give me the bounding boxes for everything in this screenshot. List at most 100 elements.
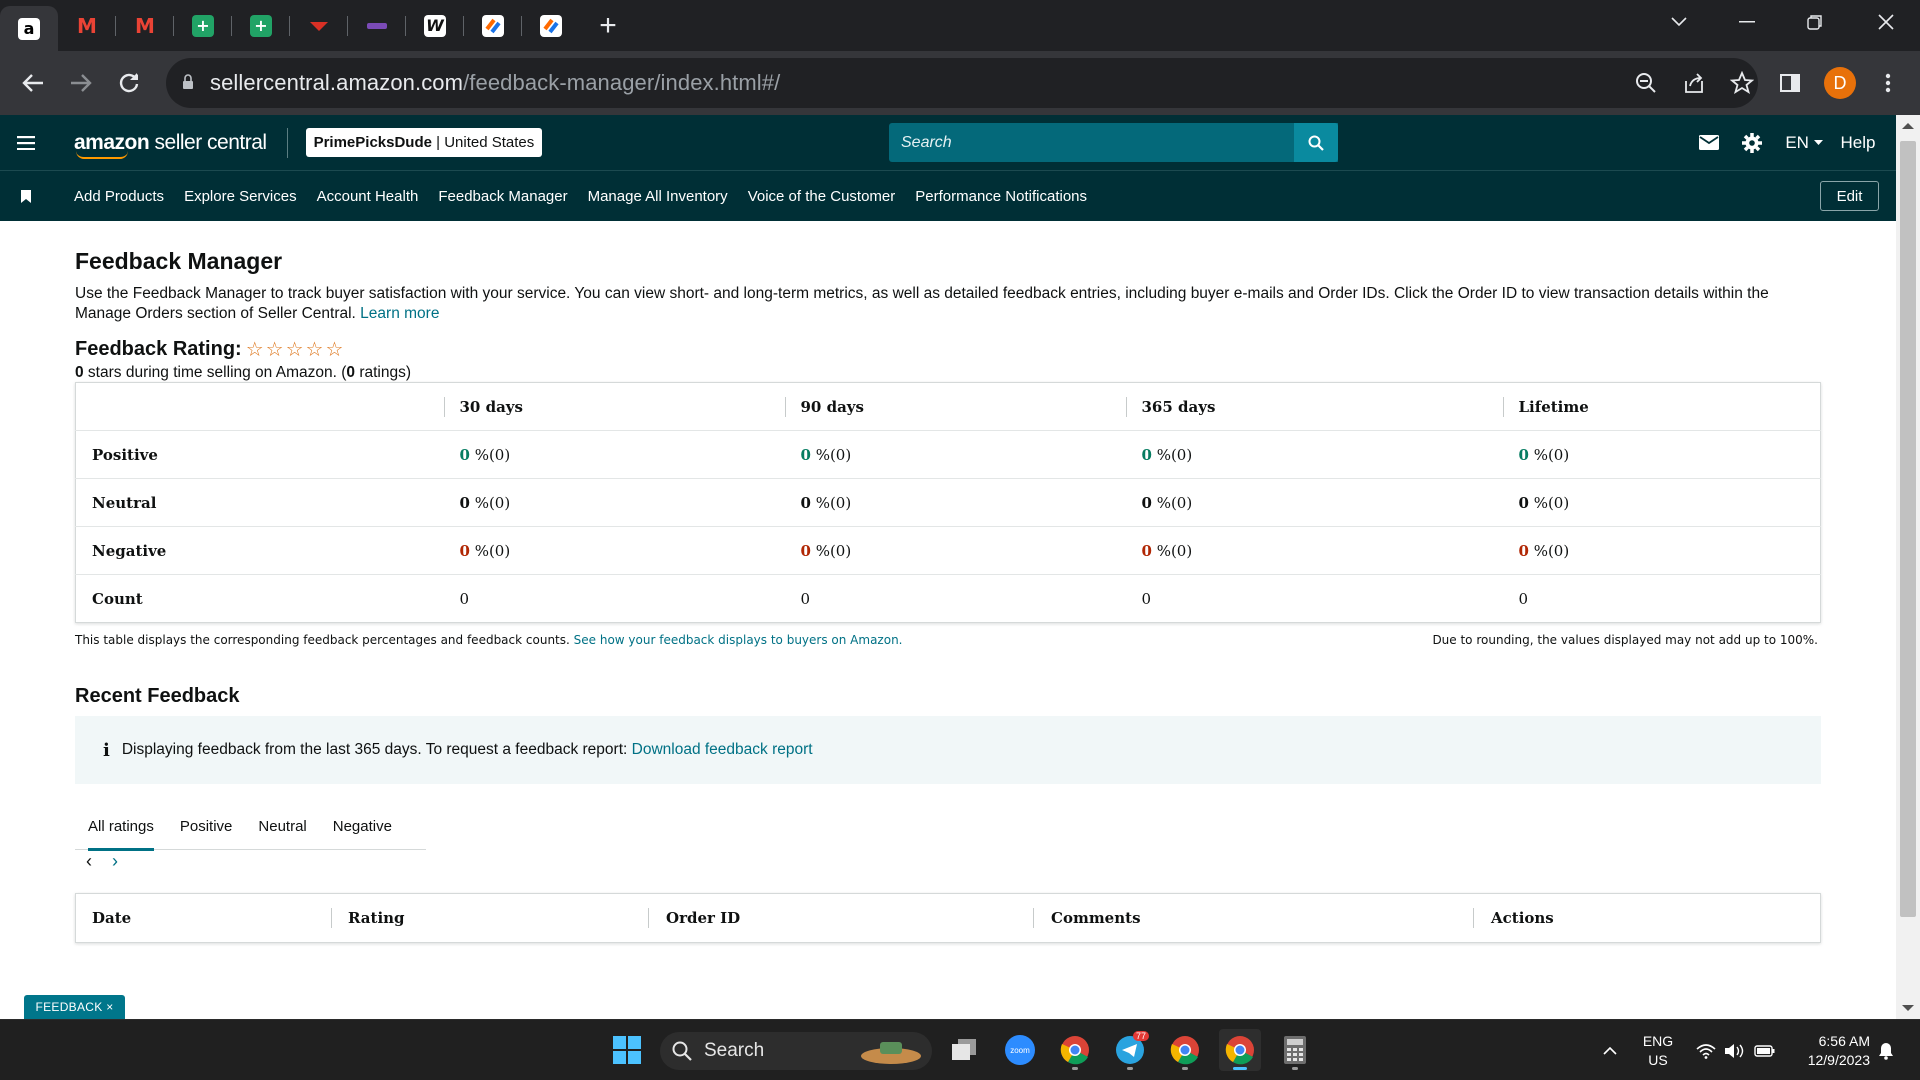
tab-wix[interactable]: W xyxy=(406,0,464,51)
telegram-icon[interactable]: 77 xyxy=(1109,1029,1151,1071)
seller-central-logo[interactable]: amazon seller central xyxy=(74,131,267,159)
gmail-icon: M xyxy=(135,13,155,38)
back-arrow-icon[interactable] xyxy=(11,61,55,105)
input-language[interactable]: ENG US xyxy=(1640,1020,1676,1080)
column-rating[interactable]: Rating xyxy=(348,909,405,927)
clock[interactable]: 6:56 AM 12/9/2023 xyxy=(1790,1020,1870,1080)
search-field[interactable] xyxy=(889,123,1338,162)
star-empty-icon: ☆ xyxy=(245,338,264,361)
task-view-icon[interactable] xyxy=(944,1029,986,1071)
site-logo-icon xyxy=(308,15,330,37)
calculator-icon[interactable] xyxy=(1274,1029,1316,1071)
nav-voice-of-the-customer[interactable]: Voice of the Customer xyxy=(748,188,896,205)
zoom-icon[interactable] xyxy=(1632,69,1660,97)
nav-manage-all-inventory[interactable]: Manage All Inventory xyxy=(588,188,728,205)
bookmark-icon[interactable] xyxy=(0,189,52,203)
column-date[interactable]: Date xyxy=(92,909,131,927)
minimize-icon[interactable] xyxy=(1713,0,1781,44)
account-switcher[interactable]: PrimePicksDude | United States xyxy=(305,128,543,157)
table-row-neutral: Neutral 0 %(0) 0 %(0) 0 %(0) 0 %(0) xyxy=(75,478,1821,527)
search-button[interactable] xyxy=(1294,123,1338,162)
table-cell: 0 %(0) xyxy=(784,478,1126,527)
chrome-icon[interactable] xyxy=(1054,1029,1096,1071)
new-tab-button[interactable]: + xyxy=(586,4,630,48)
profile-avatar[interactable]: D xyxy=(1822,65,1858,101)
tab-neutral[interactable]: Neutral xyxy=(245,802,319,850)
tab-sheets-1[interactable]: + xyxy=(174,0,232,51)
mail-icon[interactable] xyxy=(1694,115,1724,170)
close-icon[interactable]: × xyxy=(106,1000,113,1014)
column-order-id[interactable]: Order ID xyxy=(666,909,740,927)
browser-menu-icon[interactable] xyxy=(1870,65,1906,101)
help-link[interactable]: Help xyxy=(1836,115,1880,170)
feedback-widget-button[interactable]: FEEDBACK × xyxy=(24,995,125,1019)
address-bar[interactable]: sellercentral.amazon.com/feedback-manage… xyxy=(166,58,1758,108)
settings-gear-icon[interactable] xyxy=(1737,115,1767,170)
rounding-note: Due to rounding, the values displayed ma… xyxy=(1432,633,1818,647)
wifi-icon[interactable] xyxy=(1694,1020,1718,1080)
nav-performance-notifications[interactable]: Performance Notifications xyxy=(915,188,1087,205)
tab-gmail-2[interactable]: M xyxy=(116,0,174,51)
browser-toolbar: sellercentral.amazon.com/feedback-manage… xyxy=(0,51,1920,115)
tray-overflow-icon[interactable] xyxy=(1598,1020,1622,1080)
app-stripes-icon xyxy=(540,14,562,37)
tab-amazon[interactable]: a xyxy=(0,6,58,51)
bookmark-star-icon[interactable] xyxy=(1728,69,1756,97)
site-logo-icon xyxy=(366,15,388,37)
page-title: Feedback Manager xyxy=(75,248,283,274)
tab-site-red[interactable] xyxy=(290,0,348,51)
nav-account-health[interactable]: Account Health xyxy=(317,188,419,205)
shortcut-nav: Add Products Explore Services Account He… xyxy=(0,170,1896,221)
buyer-display-link[interactable]: See how your feedback displays to buyers… xyxy=(574,633,903,647)
caret-down-icon xyxy=(1813,139,1823,145)
chrome-profile-icon[interactable] xyxy=(1164,1029,1206,1071)
tab-search-icon[interactable] xyxy=(1645,0,1713,44)
taskbar-search[interactable]: Search xyxy=(660,1032,932,1070)
nav-explore-services[interactable]: Explore Services xyxy=(184,188,297,205)
download-report-link[interactable]: Download feedback report xyxy=(632,741,813,759)
restore-icon[interactable] xyxy=(1781,0,1849,44)
chevron-left-icon[interactable]: ‹ xyxy=(81,851,97,872)
side-panel-icon[interactable] xyxy=(1772,65,1808,101)
column-actions[interactable]: Actions xyxy=(1491,909,1554,927)
table-cell: 0 %(0) xyxy=(1125,526,1503,575)
tab-sheets-2[interactable]: + xyxy=(232,0,290,51)
lock-icon xyxy=(182,74,196,92)
volume-icon[interactable] xyxy=(1722,1020,1748,1080)
table-row-negative: Negative 0 %(0) 0 %(0) 0 %(0) 0 %(0) xyxy=(75,526,1821,575)
forward-arrow-icon[interactable] xyxy=(59,61,103,105)
tab-all-ratings[interactable]: All ratings xyxy=(75,802,167,851)
hamburger-menu-icon[interactable] xyxy=(0,115,52,170)
star-empty-icon: ☆ xyxy=(265,338,284,361)
url-text: sellercentral.amazon.com/feedback-manage… xyxy=(210,70,781,95)
search-input[interactable] xyxy=(901,133,1338,152)
table-cell: 0 %(0) xyxy=(443,430,785,479)
nav-feedback-manager[interactable]: Feedback Manager xyxy=(438,188,567,205)
edit-shortcuts-button[interactable]: Edit xyxy=(1820,181,1879,211)
table-row-count: Count 0 0 0 0 xyxy=(75,574,1821,623)
battery-icon[interactable] xyxy=(1752,1020,1778,1080)
chevron-right-icon[interactable]: › xyxy=(107,851,123,872)
notification-bell-icon[interactable] xyxy=(1874,1020,1898,1080)
chrome-active-icon[interactable] xyxy=(1219,1029,1261,1071)
search-highlight-icon xyxy=(861,1042,921,1064)
tab-positive[interactable]: Positive xyxy=(167,802,246,850)
page-scrollbar[interactable] xyxy=(1896,115,1920,1019)
search-icon xyxy=(1308,135,1324,151)
amazon-favicon-icon: a xyxy=(18,17,40,40)
scrollbar-thumb[interactable] xyxy=(1900,141,1916,917)
learn-more-link[interactable]: Learn more xyxy=(360,305,439,322)
language-selector[interactable]: EN xyxy=(1780,115,1828,170)
reload-icon[interactable] xyxy=(107,61,151,105)
tab-gmail-1[interactable]: M xyxy=(58,0,116,51)
tab-app-1[interactable] xyxy=(464,0,522,51)
nav-add-products[interactable]: Add Products xyxy=(74,188,164,205)
column-comments[interactable]: Comments xyxy=(1051,909,1141,927)
share-icon[interactable] xyxy=(1680,69,1708,97)
windows-start-icon[interactable] xyxy=(606,1029,648,1071)
tab-negative[interactable]: Negative xyxy=(320,802,405,850)
close-window-icon[interactable] xyxy=(1852,0,1920,44)
tab-app-2[interactable] xyxy=(522,0,580,51)
tab-site-purple[interactable] xyxy=(348,0,406,51)
zoom-app-icon[interactable]: zoom xyxy=(999,1029,1041,1071)
